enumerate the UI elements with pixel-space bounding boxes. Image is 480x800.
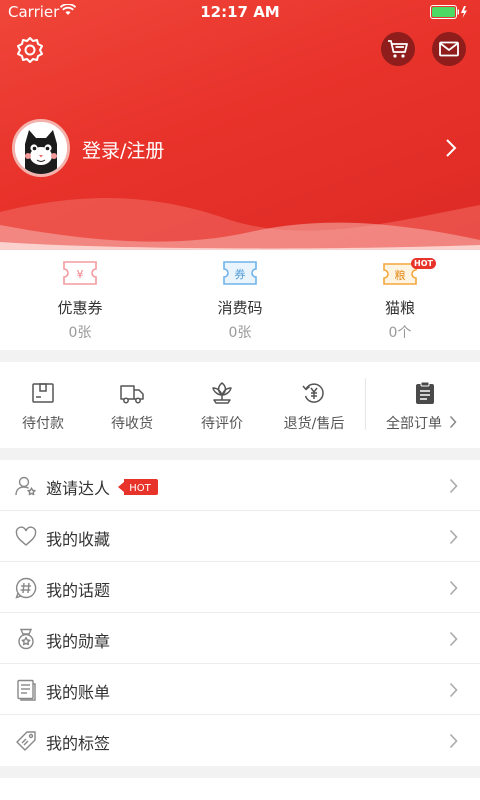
cart-icon [388, 40, 408, 58]
order-label: 退货/售后 [283, 416, 345, 432]
order-divider [365, 378, 366, 430]
svg-text:粮: 粮 [395, 268, 406, 282]
asset-count: 0个 [388, 325, 412, 341]
voucher-icon: 券 [223, 261, 257, 285]
chevron-right-icon [449, 415, 457, 429]
next-section-peek [0, 778, 480, 800]
refund-icon [302, 383, 324, 403]
header-wave [0, 198, 480, 250]
heart-icon [15, 526, 37, 546]
order-pending-payment[interactable]: 待付款 [0, 362, 86, 448]
invite-user-icon [15, 476, 36, 496]
assets-row: ¥ 优惠券 0张 券 消费码 0张 粮 HOT 猫粮 0个 [0, 250, 480, 350]
menu-list: 邀请达人 HOT 我的收藏 我的话题 我的勋章 我的账单 我的标签 [0, 460, 480, 766]
order-label: 待评价 [201, 416, 243, 432]
svg-text:券: 券 [235, 267, 246, 281]
chevron-right-icon [449, 580, 458, 596]
mail-icon [439, 41, 459, 57]
medal-icon [18, 628, 34, 650]
chevron-right-icon [449, 529, 458, 545]
hot-badge: HOT [118, 479, 158, 495]
order-label: 全部订单 [386, 416, 442, 432]
order-pending-review[interactable]: 待评价 [178, 362, 266, 448]
order-label: 待付款 [22, 416, 64, 432]
cart-button[interactable] [381, 32, 415, 66]
asset-count: 0张 [68, 325, 92, 341]
menu-item-favorites[interactable]: 我的收藏 [0, 511, 480, 562]
svg-text:HOT: HOT [129, 483, 151, 494]
orders-row: 待付款 待收货 待评价 退货/售后 全部订单 [0, 362, 480, 448]
cat-avatar-icon [15, 122, 67, 174]
clipboard-icon [416, 381, 434, 404]
battery-icon [430, 5, 467, 19]
asset-coupon[interactable]: ¥ 优惠券 0张 [0, 250, 160, 350]
flower-icon [212, 382, 232, 404]
gear-icon [17, 37, 43, 63]
status-bar: Carrier 12:17 AM [0, 0, 480, 24]
menu-item-medals[interactable]: 我的勋章 [0, 613, 480, 664]
menu-label: 我的话题 [46, 581, 111, 600]
truck-icon [120, 385, 144, 404]
order-refund[interactable]: 退货/售后 [268, 362, 360, 448]
svg-text:¥: ¥ [77, 268, 84, 281]
chevron-right-icon [449, 631, 458, 647]
asset-label: 消费码 [217, 299, 263, 317]
chevron-right-icon[interactable] [444, 138, 458, 158]
settings-button[interactable] [14, 34, 46, 66]
all-orders-link[interactable]: 全部订单 [370, 362, 470, 448]
menu-label: 我的账单 [46, 683, 111, 702]
menu-item-topics[interactable]: 我的话题 [0, 562, 480, 613]
menu-label: 我的标签 [46, 734, 111, 753]
asset-cat-food[interactable]: 粮 HOT 猫粮 0个 [320, 250, 480, 350]
menu-label: 邀请达人 [46, 479, 111, 498]
menu-item-bills[interactable]: 我的账单 [0, 664, 480, 715]
hot-badge: HOT [411, 258, 436, 269]
bill-icon [17, 679, 36, 701]
asset-voucher[interactable]: 券 消费码 0张 [160, 250, 320, 350]
chevron-right-icon [449, 733, 458, 749]
topic-hash-icon [15, 577, 37, 599]
asset-label: 猫粮 [384, 299, 415, 317]
message-button[interactable] [432, 32, 466, 66]
menu-label: 我的收藏 [46, 530, 111, 549]
chevron-right-icon [449, 478, 458, 494]
menu-item-tags[interactable]: 我的标签 [0, 715, 480, 766]
asset-label: 优惠券 [57, 299, 103, 317]
order-label: 待收货 [111, 416, 153, 432]
wallet-icon [32, 383, 54, 403]
status-time: 12:17 AM [200, 3, 280, 21]
menu-label: 我的勋章 [46, 632, 111, 651]
order-pending-receipt[interactable]: 待收货 [88, 362, 176, 448]
coupon-icon: ¥ [63, 261, 97, 285]
login-register-link[interactable]: 登录/注册 [82, 136, 164, 163]
chevron-right-icon [449, 682, 458, 698]
asset-count: 0张 [228, 325, 252, 341]
avatar[interactable] [12, 119, 70, 177]
profile-header: Carrier 12:17 AM 登录/注册 [0, 0, 480, 250]
tag-icon [16, 731, 36, 751]
menu-item-invite[interactable]: 邀请达人 HOT [0, 460, 480, 511]
